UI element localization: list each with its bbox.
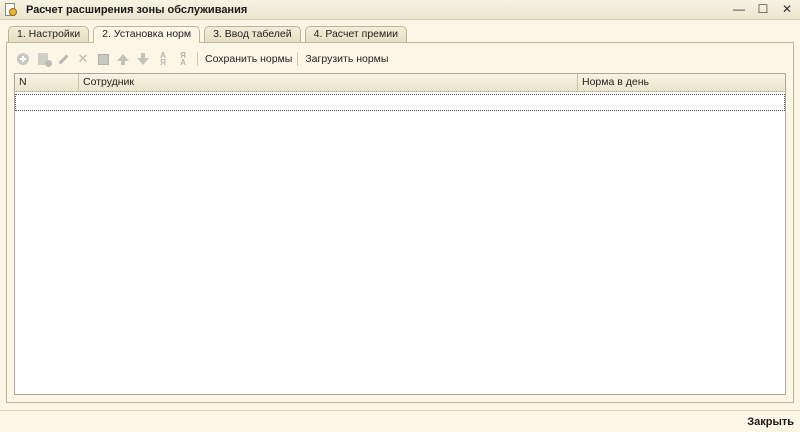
copy-icon[interactable] [35,51,52,67]
load-norms-button[interactable]: Загрузить нормы [302,53,391,65]
move-down-icon[interactable] [135,51,151,67]
toolbar-separator [197,52,198,66]
minimize-button[interactable]: — [732,2,746,16]
tab-norms[interactable]: 2. Установка норм [93,26,201,43]
tab-bonus[interactable]: 4. Расчет премии [304,26,407,42]
footer-bar: Закрыть [0,410,800,432]
save-icon[interactable] [95,51,111,67]
table-row[interactable] [15,94,785,111]
tab-strip: 1. Настройки 2. Установка норм 3. Ввод т… [8,26,411,43]
toolbar-separator [297,52,299,66]
edit-icon[interactable] [55,51,71,67]
column-header-daily-norm[interactable]: Норма в день [578,74,785,92]
tab-panel: ✕ AЯ ЯA Сохранить нормы Загрузить нормы … [6,42,794,403]
maximize-button[interactable]: ☐ [756,2,770,16]
sort-asc-icon[interactable]: AЯ [155,51,171,67]
tab-timesheets[interactable]: 3. Ввод табелей [204,26,301,42]
toolbar: ✕ AЯ ЯA Сохранить нормы Загрузить нормы [15,51,391,67]
column-header-employee[interactable]: Сотрудник [79,74,578,92]
tab-settings[interactable]: 1. Настройки [8,26,90,42]
title-bar: Расчет расширения зоны обслуживания — ☐ … [0,0,800,20]
app-icon [4,2,18,17]
move-up-icon[interactable] [115,51,131,67]
close-window-button[interactable]: ✕ [780,2,794,16]
add-icon[interactable] [15,51,31,67]
window-title: Расчет расширения зоны обслуживания [26,3,248,16]
column-header-number[interactable]: N [15,74,79,92]
delete-icon[interactable]: ✕ [75,51,91,67]
table-header: N Сотрудник Норма в день [15,74,785,92]
close-button[interactable]: Закрыть [747,414,794,430]
sort-desc-icon[interactable]: ЯA [175,51,191,67]
save-norms-button[interactable]: Сохранить нормы [202,53,295,65]
norms-table[interactable]: N Сотрудник Норма в день [14,73,786,395]
